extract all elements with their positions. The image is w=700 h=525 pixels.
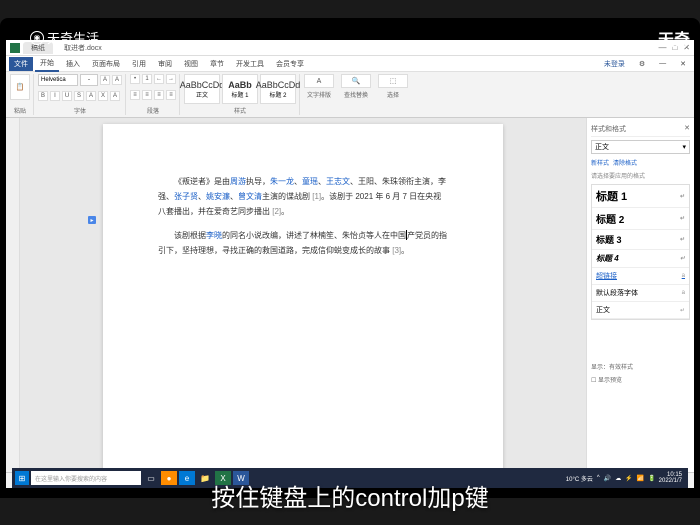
align-center-button[interactable]: ≡ [142, 90, 152, 100]
size-select[interactable]: - [80, 74, 98, 86]
select-button[interactable]: ⬚ [378, 74, 408, 88]
panel-note: 请选择要应用的格式 [591, 171, 690, 180]
vertical-ruler [6, 118, 20, 472]
para-group-label: 段落 [130, 106, 176, 115]
dec-size-button[interactable]: A [112, 75, 122, 85]
text-effect-button[interactable]: A [110, 91, 120, 101]
clear-format-button[interactable]: 清除格式 [613, 158, 637, 167]
style-item-h3[interactable]: 标题 3↵ [592, 230, 689, 250]
ribbon: 📋 粘贴 Helvetica - A A B I U S A X A 字体 [6, 72, 694, 118]
bold-button[interactable]: B [38, 91, 48, 101]
menu-layout[interactable]: 页面布局 [87, 57, 125, 71]
watermark-icon: ◉ [30, 31, 44, 45]
panel-close-button[interactable]: ✕ [684, 124, 690, 134]
paste-button[interactable]: 📋 [10, 74, 30, 100]
menu-dev[interactable]: 开发工具 [231, 57, 269, 71]
settings-icon[interactable]: ⚙ [634, 58, 650, 70]
style-item-h1[interactable]: 标题 1↵ [592, 185, 689, 208]
page[interactable]: 《叛逆者》是由周游执导，朱一龙、童瑶、王志文、王阳、朱珠领衔主演，李强、张子贤、… [103, 124, 503, 472]
ribbon-min-button[interactable]: — [654, 58, 671, 69]
number-button[interactable]: 1 [142, 74, 152, 84]
style-item-default[interactable]: 默认段落字体a [592, 285, 689, 302]
inc-size-button[interactable]: A [100, 75, 110, 85]
menu-view[interactable]: 视图 [179, 57, 203, 71]
menu-sections[interactable]: 章节 [205, 57, 229, 71]
align-left-button[interactable]: ≡ [130, 90, 140, 100]
menu-home[interactable]: 开始 [35, 56, 59, 72]
document-area[interactable]: ▸ 《叛逆者》是由周游执导，朱一龙、童瑶、王志文、王阳、朱珠领衔主演，李强、张子… [20, 118, 586, 472]
video-subtitle: 按住键盘上的control加p键 [0, 478, 700, 513]
menu-insert[interactable]: 插入 [61, 57, 85, 71]
menu-file[interactable]: 文件 [9, 57, 33, 71]
styles-panel: 样式和格式 ✕ 正文▾ 新样式 清除格式 请选择要应用的格式 标题 1↵ 标题 … [586, 118, 694, 472]
clipboard-label: 粘贴 [10, 106, 30, 115]
new-style-button[interactable]: 新样式 [591, 158, 609, 167]
highlight-button[interactable]: X [98, 91, 108, 101]
current-style-select[interactable]: 正文▾ [591, 140, 690, 154]
panel-title: 样式和格式 [591, 124, 626, 134]
insert-sidebar-mark: ▸ [88, 216, 96, 224]
style-item-link[interactable]: 超链接a [592, 268, 689, 285]
ribbon-close-button[interactable]: ✕ [675, 58, 691, 70]
style-group-label: 样式 [184, 106, 296, 115]
font-group-label: 字体 [38, 106, 122, 115]
video-watermark: ◉ 天奇生活 [30, 28, 99, 47]
indent-dec-button[interactable]: ← [154, 74, 164, 84]
app-icon [10, 43, 20, 53]
font-color-button[interactable]: A [86, 91, 96, 101]
underline-button[interactable]: U [62, 91, 72, 101]
menu-vip[interactable]: 会员专享 [271, 57, 309, 71]
align-justify-button[interactable]: ≡ [166, 90, 176, 100]
preview-checkbox[interactable]: ☐ 显示预览 [591, 373, 690, 386]
style-list: 标题 1↵ 标题 2↵ 标题 3↵ 标题 4↵ 超链接a 默认段落字体a 正文↵ [591, 184, 690, 320]
menu-references[interactable]: 引用 [127, 57, 151, 71]
style-h1[interactable]: AaBb标题 1 [222, 74, 258, 104]
indent-inc-button[interactable]: → [166, 74, 176, 84]
style-normal[interactable]: AaBbCcDd正文 [184, 74, 220, 104]
find-replace-button[interactable]: 🔍 [341, 74, 371, 88]
style-h2[interactable]: AaBbCcDd标题 2 [260, 74, 296, 104]
style-item-normal[interactable]: 正文↵ [592, 302, 689, 319]
account-label[interactable]: 未登录 [599, 57, 630, 71]
text-layout-button[interactable]: A [304, 74, 334, 88]
menubar: 文件 开始 插入 页面布局 引用 审阅 视图 章节 开发工具 会员专享 未登录 … [6, 56, 694, 72]
paragraph-1: 《叛逆者》是由周游执导，朱一龙、童瑶、王志文、王阳、朱珠领衔主演，李强、张子贤、… [158, 174, 448, 220]
font-select[interactable]: Helvetica [38, 74, 78, 86]
italic-button[interactable]: I [50, 91, 60, 101]
strike-button[interactable]: S [74, 91, 84, 101]
titlebar: 稿纸 取进者.docx — □ ✕ [6, 40, 694, 56]
menu-review[interactable]: 审阅 [153, 57, 177, 71]
style-item-h2[interactable]: 标题 2↵ [592, 208, 689, 230]
video-watermark-right: 天奇 [658, 26, 690, 50]
align-right-button[interactable]: ≡ [154, 90, 164, 100]
bullet-button[interactable]: • [130, 74, 140, 84]
show-mode-select[interactable]: 显示：有效样式 [591, 360, 690, 373]
paragraph-2: 该剧根据李晓的同名小说改编，讲述了林楠笙、朱怡贞等人在中国产党员的指引下，坚持理… [158, 228, 448, 258]
style-item-h4[interactable]: 标题 4↵ [592, 250, 689, 268]
